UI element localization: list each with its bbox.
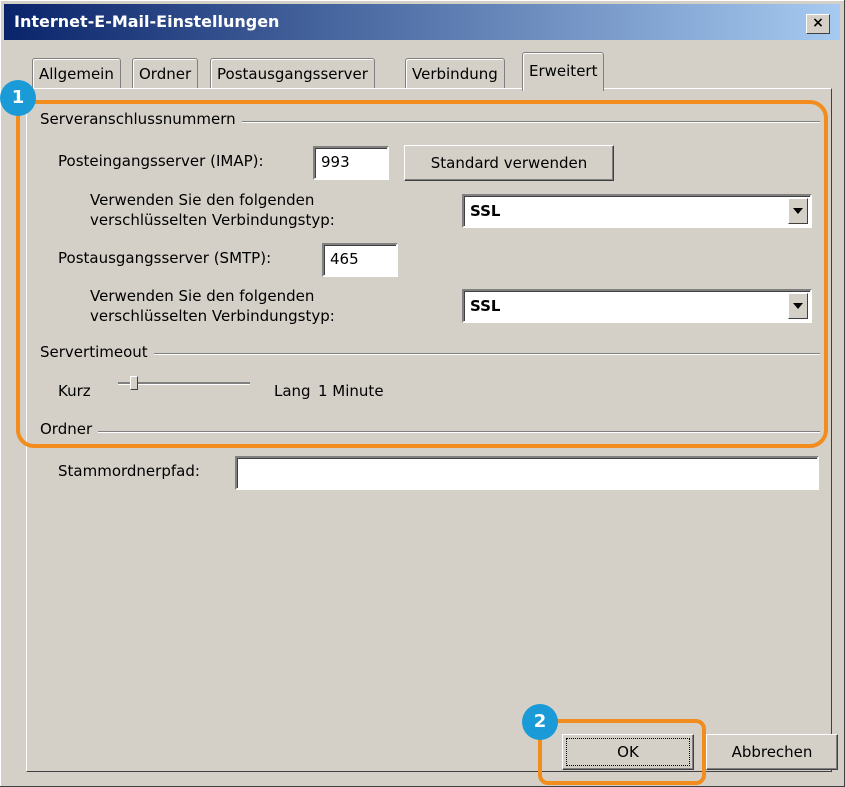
tab-allgemein[interactable]: Allgemein	[32, 58, 121, 89]
tab-label: Erweitert	[529, 62, 598, 80]
email-settings-dialog: Internet-E-Mail-Einstellungen × Allgemei…	[0, 0, 845, 787]
close-button[interactable]: ×	[806, 14, 830, 34]
callout-badge-2: 2	[522, 704, 558, 740]
root-path-field[interactable]	[235, 456, 819, 490]
tab-verbindung[interactable]: Verbindung	[405, 58, 505, 89]
tab-ordner[interactable]: Ordner	[132, 58, 199, 89]
window-title: Internet-E-Mail-Einstellungen	[14, 12, 280, 31]
cancel-button-label: Abbrechen	[731, 743, 813, 761]
close-icon: ×	[812, 15, 824, 31]
tab-label: Postausgangsserver	[217, 65, 368, 83]
tab-label: Verbindung	[412, 65, 498, 83]
tab-label: Ordner	[139, 65, 192, 83]
tab-erweitert[interactable]: Erweitert	[522, 52, 605, 91]
tab-postausgangsserver[interactable]: Postausgangsserver	[210, 58, 375, 89]
callout-highlight-1	[16, 100, 828, 448]
root-path-label: Stammordnerpfad:	[58, 462, 200, 480]
callout-badge-1: 1	[0, 80, 36, 116]
tab-label: Allgemein	[39, 65, 114, 83]
cancel-button[interactable]: Abbrechen	[706, 734, 838, 770]
callout-highlight-2	[538, 719, 706, 785]
title-bar[interactable]: Internet-E-Mail-Einstellungen ×	[4, 4, 840, 40]
